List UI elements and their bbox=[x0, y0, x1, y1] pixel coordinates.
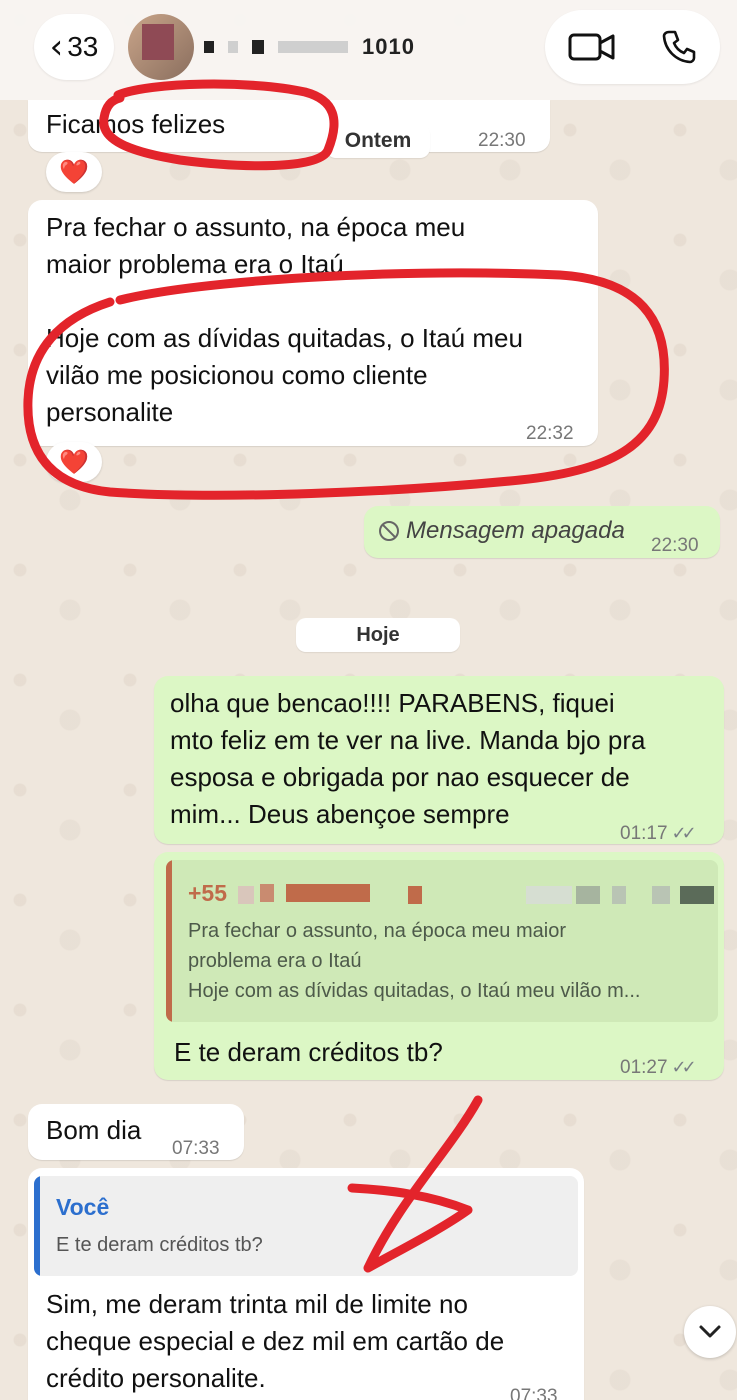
quote-accent-bar bbox=[166, 860, 172, 1022]
message-time: 22:30 bbox=[478, 130, 526, 151]
quoted-message[interactable]: +55 Pra fechar o assunto, na época meu m… bbox=[166, 860, 718, 1022]
quoted-message[interactable]: Você E te deram créditos tb? bbox=[34, 1176, 578, 1276]
quote-accent-bar bbox=[34, 1176, 40, 1276]
message-incoming[interactable]: Ficamos felizes 22:30 bbox=[28, 100, 550, 152]
redaction-block bbox=[652, 886, 670, 904]
quote-author: +55 bbox=[188, 880, 228, 906]
redaction-block bbox=[576, 886, 600, 904]
call-actions bbox=[545, 10, 720, 84]
message-text: Sim, me deram trinta mil de limite no ch… bbox=[46, 1289, 505, 1393]
avatar[interactable] bbox=[128, 14, 194, 80]
message-outgoing-deleted[interactable]: Mensagem apagada 22:30 bbox=[364, 506, 720, 558]
time-text: 01:27 bbox=[620, 1057, 668, 1078]
message-text: olha que bencao!!!! PARABENS, fiquei mto… bbox=[170, 688, 646, 829]
message-incoming[interactable]: Bom dia 07:33 bbox=[28, 1104, 244, 1160]
quote-author: Você bbox=[56, 1194, 110, 1220]
chat-header: ‹ 33 1010 bbox=[0, 0, 737, 100]
message-outgoing[interactable]: olha que bencao!!!! PARABENS, fiquei mto… bbox=[154, 676, 724, 844]
block-icon bbox=[379, 521, 399, 541]
redaction-block bbox=[612, 886, 626, 904]
quote-text: Pra fechar o assunto, na época meu maior… bbox=[188, 920, 641, 1002]
voice-call-button[interactable] bbox=[661, 29, 697, 65]
message-time: 07:33 bbox=[172, 1138, 220, 1159]
scroll-to-bottom-button[interactable] bbox=[684, 1306, 736, 1358]
redaction-block bbox=[286, 884, 370, 902]
message-text: Mensagem apagada bbox=[406, 517, 625, 544]
chevron-down-icon bbox=[699, 1325, 721, 1338]
redaction-block bbox=[260, 884, 274, 902]
message-text: Bom dia bbox=[46, 1115, 142, 1145]
back-button[interactable]: ‹ 33 bbox=[34, 14, 114, 80]
message-text: E te deram créditos tb? bbox=[174, 1037, 443, 1067]
redaction-block bbox=[526, 886, 572, 904]
message-time: 22:30 bbox=[651, 535, 699, 556]
reaction-heart[interactable]: ❤️ bbox=[46, 442, 102, 482]
unread-count: 33 bbox=[67, 31, 99, 62]
redaction-block bbox=[278, 41, 348, 53]
double-check-icon: ✓✓ bbox=[671, 1057, 697, 1077]
redaction-block bbox=[680, 886, 714, 904]
date-separator: Ontem bbox=[326, 124, 430, 158]
message-time: 22:32 bbox=[526, 423, 574, 444]
double-check-icon: ✓✓ bbox=[671, 823, 697, 843]
message-time: 01:27 ✓✓ bbox=[620, 1049, 697, 1086]
contact-name[interactable]: 1010 bbox=[204, 32, 415, 62]
redaction-block bbox=[228, 41, 238, 53]
message-time: 07:33 bbox=[510, 1386, 558, 1400]
redaction-block bbox=[252, 40, 264, 54]
quote-text: E te deram créditos tb? bbox=[56, 1234, 263, 1256]
chevron-left-icon: ‹ bbox=[49, 27, 64, 67]
phone-icon bbox=[662, 30, 696, 64]
message-incoming[interactable]: Pra fechar o assunto, na época meu maior… bbox=[28, 200, 598, 446]
message-text: Ficamos felizes bbox=[46, 109, 226, 139]
date-separator: Hoje bbox=[296, 618, 460, 652]
video-camera-icon bbox=[568, 33, 615, 61]
message-time: 01:17 ✓✓ bbox=[620, 815, 697, 852]
avatar-redaction bbox=[142, 24, 174, 60]
redaction-block bbox=[204, 41, 214, 53]
contact-number: 1010 bbox=[362, 34, 415, 59]
message-text: Pra fechar o assunto, na época meu maior… bbox=[46, 212, 523, 427]
video-call-button[interactable] bbox=[568, 31, 616, 63]
redaction-block bbox=[238, 886, 254, 904]
reaction-heart[interactable]: ❤️ bbox=[46, 152, 102, 192]
redaction-block bbox=[408, 886, 422, 904]
time-text: 01:17 bbox=[620, 823, 668, 844]
